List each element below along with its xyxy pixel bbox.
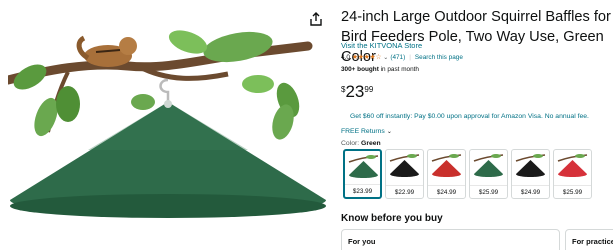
- rating-count-link[interactable]: (471): [390, 54, 405, 61]
- swatch-price: $24.99: [512, 185, 549, 196]
- color-swatch[interactable]: $25.99: [553, 149, 592, 199]
- swatch-image: [557, 154, 588, 177]
- search-page-link[interactable]: Search this page: [415, 54, 463, 61]
- swatch-price: $24.99: [428, 185, 465, 196]
- color-swatch[interactable]: $23.99: [343, 149, 382, 199]
- free-returns[interactable]: FREE Returns ⌄: [341, 128, 392, 135]
- swatch-price: $25.99: [554, 185, 591, 196]
- know-before-heading: Know before you buy: [341, 213, 443, 224]
- rating-value: 4.0: [341, 53, 350, 61]
- swatch-price: $22.99: [386, 185, 423, 196]
- store-link[interactable]: Visit the KITVONA Store: [341, 41, 422, 50]
- chevron-down-icon[interactable]: ⌄: [387, 128, 392, 135]
- for-practice-card[interactable]: For practice: [565, 229, 613, 250]
- share-icon[interactable]: [308, 11, 324, 27]
- for-you-card[interactable]: For you: [341, 229, 560, 250]
- swatch-image: [431, 154, 462, 177]
- bought-bold: 300+ bought: [341, 66, 379, 73]
- color-swatch[interactable]: $24.99: [427, 149, 466, 199]
- price: $ 23 99: [341, 82, 373, 102]
- for-you-label: For you: [348, 237, 376, 246]
- swatch-image: [515, 154, 546, 177]
- color-swatches: $23.99 $22.99 $24.99 $25.99 $24.99 $25.99: [343, 149, 592, 199]
- swatch-image: [348, 155, 379, 178]
- swatch-image: [473, 154, 504, 177]
- free-returns-label[interactable]: FREE Returns: [341, 128, 385, 135]
- for-practice-label: For practice: [572, 237, 613, 246]
- product-info-panel: 24-inch Large Outdoor Squirrel Baffles f…: [341, 0, 613, 250]
- swatch-price: $25.99: [470, 185, 507, 196]
- color-value: Green: [361, 140, 381, 147]
- visa-promo-link[interactable]: Get $60 off instantly: Pay $0.00 upon ap…: [350, 113, 589, 120]
- price-fraction: 99: [364, 85, 374, 94]
- chevron-down-icon[interactable]: ⌄: [383, 54, 388, 61]
- image-panel: [0, 0, 335, 250]
- divider: |: [409, 53, 411, 61]
- color-swatch[interactable]: $22.99: [385, 149, 424, 199]
- bought-count: 300+ bought in past month: [341, 66, 419, 73]
- color-label: Color: Green: [341, 140, 381, 147]
- rating-stars[interactable]: ★★★★☆: [352, 53, 382, 61]
- swatch-price: $23.99: [345, 184, 380, 195]
- color-swatch[interactable]: $25.99: [469, 149, 508, 199]
- color-label-prefix: Color:: [341, 140, 362, 147]
- rating-row: 4.0 ★★★★☆ ⌄ (471) | Search this page: [341, 53, 463, 62]
- product-image[interactable]: [8, 22, 328, 244]
- price-whole: 23: [345, 82, 365, 101]
- swatch-image: [389, 154, 420, 177]
- bought-rest: in past month: [378, 66, 419, 73]
- color-swatch[interactable]: $24.99: [511, 149, 550, 199]
